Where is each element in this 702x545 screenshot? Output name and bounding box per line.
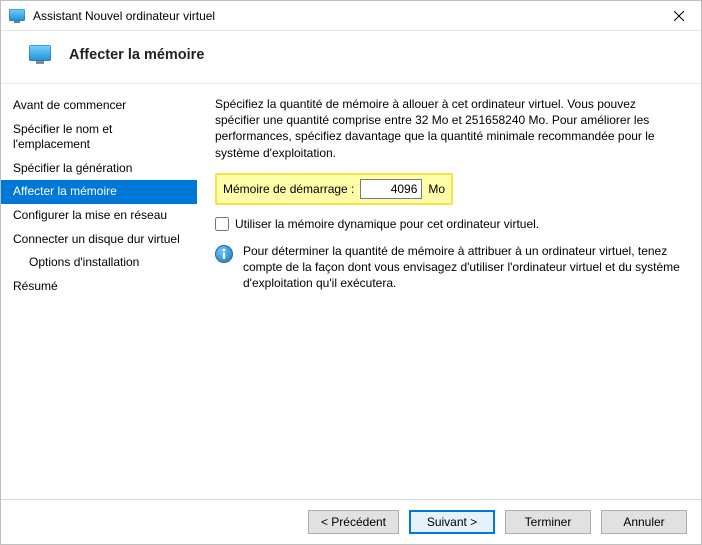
cancel-button[interactable]: Annuler	[601, 510, 687, 534]
nav-item-3[interactable]: Affecter la mémoire	[1, 180, 197, 204]
wizard-body: Avant de commencerSpécifier le nom et l'…	[1, 84, 701, 499]
nav-item-7[interactable]: Résumé	[1, 275, 197, 299]
dynamic-memory-label[interactable]: Utiliser la mémoire dynamique pour cet o…	[235, 217, 539, 231]
memory-label: Mémoire de démarrage :	[223, 182, 354, 196]
nav-item-0[interactable]: Avant de commencer	[1, 94, 197, 118]
content-description: Spécifiez la quantité de mémoire à allou…	[215, 96, 683, 161]
app-icon	[9, 8, 25, 24]
info-text: Pour déterminer la quantité de mémoire à…	[243, 243, 683, 292]
nav-item-4[interactable]: Configurer la mise en réseau	[1, 204, 197, 228]
memory-unit: Mo	[428, 182, 445, 196]
previous-button[interactable]: < Précédent	[308, 510, 399, 534]
startup-memory-input[interactable]	[360, 179, 422, 199]
wizard-window: Assistant Nouvel ordinateur virtuel	[0, 0, 702, 545]
monitor-icon	[29, 45, 51, 65]
titlebar: Assistant Nouvel ordinateur virtuel	[1, 1, 701, 31]
wizard-nav: Avant de commencerSpécifier le nom et l'…	[1, 84, 197, 499]
info-icon	[215, 245, 233, 263]
wizard-content: Spécifiez la quantité de mémoire à allou…	[197, 84, 701, 499]
button-bar: < Précédent Suivant > Terminer Annuler	[1, 499, 701, 544]
dynamic-memory-checkbox[interactable]	[215, 217, 229, 231]
next-button[interactable]: Suivant >	[409, 510, 495, 534]
dynamic-memory-row: Utiliser la mémoire dynamique pour cet o…	[215, 217, 683, 231]
nav-item-1[interactable]: Spécifier le nom et l'emplacement	[1, 118, 197, 157]
page-title: Affecter la mémoire	[69, 47, 204, 63]
page-header: Affecter la mémoire	[1, 31, 701, 84]
memory-row: Mémoire de démarrage : Mo	[215, 173, 453, 205]
info-row: Pour déterminer la quantité de mémoire à…	[215, 243, 683, 292]
nav-item-5[interactable]: Connecter un disque dur virtuel	[1, 228, 197, 252]
nav-item-2[interactable]: Spécifier la génération	[1, 157, 197, 181]
finish-button[interactable]: Terminer	[505, 510, 591, 534]
nav-item-6[interactable]: Options d'installation	[1, 251, 197, 275]
window-title: Assistant Nouvel ordinateur virtuel	[33, 9, 656, 23]
close-button[interactable]	[656, 1, 701, 31]
